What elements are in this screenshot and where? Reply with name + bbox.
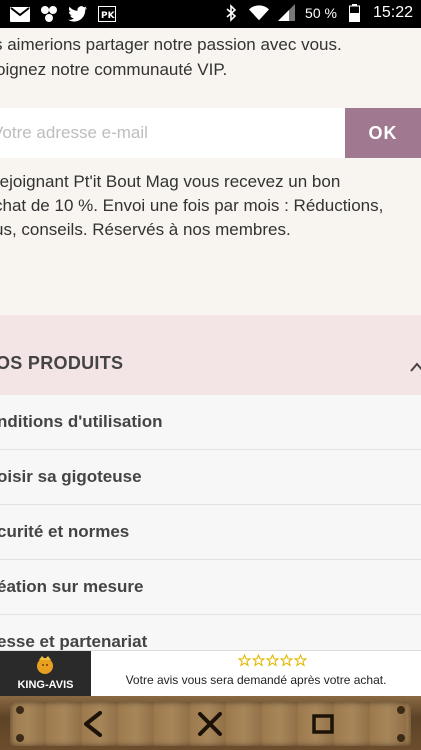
rating-stars <box>238 654 307 667</box>
desc-line-3: us, conseils. Réservés à nos membres. <box>0 220 291 239</box>
pk-icon: PK <box>97 5 117 23</box>
signal-icon <box>277 4 297 22</box>
twitter-icon <box>68 5 88 23</box>
desc-line-2: chat de 10 %. Envoi une fois par mois : … <box>0 196 384 215</box>
intro-line-2: oignez notre communauté VIP. <box>0 60 228 79</box>
list-item-securite[interactable]: curité et normes <box>0 505 421 560</box>
star-icon <box>238 654 251 667</box>
gmail-icon <box>10 5 30 23</box>
products-title: OS PRODUITS <box>0 353 124 373</box>
list-item-label: éation sur mesure <box>0 577 144 596</box>
king-avis-brand: KING-AVIS <box>17 679 74 691</box>
battery-icon <box>345 4 365 22</box>
list-item-creation[interactable]: éation sur mesure <box>0 560 421 615</box>
chevron-up-icon[interactable] <box>410 359 421 377</box>
king-avis-banner[interactable]: KING-AVIS Votre avis vous sera demandé a… <box>0 650 421 697</box>
rivet <box>397 734 405 742</box>
king-avis-message: Votre avis vous sera demandé après votre… <box>125 673 387 687</box>
rivet <box>397 706 405 714</box>
list-item-label: esse et partenariat <box>0 632 148 651</box>
list-item-label: curité et normes <box>0 522 130 541</box>
svg-text:PK: PK <box>101 11 116 21</box>
email-input[interactable] <box>0 108 345 158</box>
list-item-conditions[interactable]: nditions d'utilisation <box>0 395 421 450</box>
battery-percent: 50 % <box>305 5 337 21</box>
lion-crown-icon <box>36 655 54 674</box>
wifi-icon <box>249 4 270 22</box>
rivet <box>16 734 24 742</box>
apps-icon <box>39 5 59 23</box>
bluetooth-icon <box>221 4 241 22</box>
ok-button[interactable]: OK <box>345 108 421 158</box>
list-item-label: oisir sa gigoteuse <box>0 467 142 486</box>
close-icon[interactable] <box>195 709 225 739</box>
intro-line-1: s aimerions partager notre passion avec … <box>0 35 342 54</box>
newsletter-form: Votre adresse e-mail OK <box>0 108 421 160</box>
navigation-bar <box>0 696 421 750</box>
list-item-gigoteuse[interactable]: oisir sa gigoteuse <box>0 450 421 505</box>
king-avis-logo: KING-AVIS <box>0 651 91 697</box>
star-icon <box>266 654 279 667</box>
clock: 15:22 <box>372 4 413 21</box>
list-item-label: nditions d'utilisation <box>0 412 163 431</box>
newsletter-intro: s aimerions partager notre passion avec … <box>0 28 421 108</box>
section-divider <box>0 290 421 315</box>
recent-apps-icon[interactable] <box>308 709 338 739</box>
star-icon <box>294 654 307 667</box>
desc-line-1: rejoignant Pt'it Bout Mag vous recevez u… <box>0 172 341 191</box>
products-accordion-header[interactable]: OS PRODUITS <box>0 315 421 395</box>
star-icon <box>252 654 265 667</box>
rivet <box>16 706 24 714</box>
star-icon <box>280 654 293 667</box>
back-icon[interactable] <box>78 709 108 739</box>
status-bar: PK 50 % 15:22 <box>0 0 421 28</box>
